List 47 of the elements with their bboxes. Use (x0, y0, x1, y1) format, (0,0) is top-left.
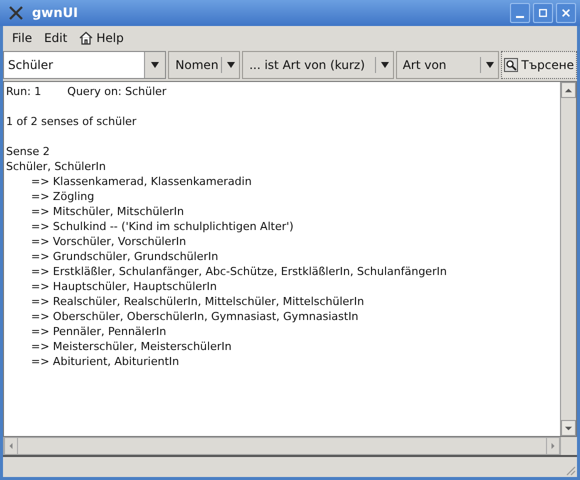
minimize-icon (516, 16, 524, 18)
hyponym-line: => Mitschüler, MitschülerIn (31, 205, 184, 218)
menu-item[interactable]: File (7, 29, 38, 47)
hyponym-line: => Realschüler, RealschülerIn, Mittelschüler, MittelschülerIn (31, 295, 364, 308)
scroll-right-icon (546, 438, 560, 454)
scroll-left-icon (4, 438, 18, 454)
crossed-tools-icon (8, 5, 24, 21)
minimize-button[interactable] (510, 3, 530, 23)
window-title: gwnUI (32, 6, 79, 20)
part-of-speech-dropdown[interactable]: Nomen (168, 51, 240, 79)
dropdown-arrow-icon (486, 62, 494, 68)
vertical-scrollbar[interactable] (560, 82, 576, 436)
hyponym-line: => Abiturient, AbiturientIn (31, 355, 180, 368)
close-button[interactable] (556, 3, 576, 23)
menu-item[interactable]: Edit (39, 29, 72, 47)
relation-dropdown[interactable]: ... ist Art von (kurz) (242, 51, 394, 79)
search-icon (504, 58, 518, 72)
query-label: Query on: Schüler (67, 85, 166, 98)
horizontal-scrollbar[interactable] (3, 437, 561, 455)
menu-item[interactable]: Help (74, 29, 129, 47)
resize-grip-icon (564, 464, 576, 476)
hyponym-line: => Hauptschüler, HauptschülerIn (31, 280, 217, 293)
dropdown-arrow-icon (227, 62, 236, 68)
hyponym-line: => Oberschüler, OberschülerIn, Gymnasiast, GymnasiastIn (31, 310, 358, 323)
dropdown-arrow-icon (151, 62, 160, 68)
hyponym-line: => Pennäler, PennälerIn (31, 325, 166, 338)
hyponym-line: => Meisterschüler, MeisterschülerIn (31, 340, 232, 353)
relation-type-dropdown[interactable]: Art von (396, 51, 500, 79)
search-button[interactable]: Търсене (501, 51, 577, 79)
run-label: Run: 1 (6, 85, 42, 98)
hyponym-line: => Grundschüler, GrundschülerIn (31, 250, 218, 263)
dropdown-arrow-icon (380, 62, 389, 68)
hyponym-line: => Vorschüler, VorschülerIn (31, 235, 186, 248)
scroll-down-icon (561, 420, 576, 436)
hyponym-line: => Schulkind -- ('Kind im schulplichtigen Alter') (31, 220, 294, 233)
maximize-button[interactable] (533, 3, 553, 23)
close-icon (561, 8, 571, 18)
senses-summary: 1 of 2 senses of schüler (6, 115, 136, 128)
hyponym-line: => Klassenkamerad, Klassenkameradin (31, 175, 252, 188)
query-combobox[interactable]: Schüler (3, 51, 166, 79)
hyponym-line: => Erstkläßler, Schulanfänger, Abc-Schütze, ErstkläßlerIn, SchulanfängerIn (31, 265, 447, 278)
synonym-set: Schüler, SchülerIn (6, 160, 106, 173)
hyponym-line: => Zögling (31, 190, 94, 203)
maximize-icon (538, 8, 548, 18)
scroll-up-icon (561, 82, 576, 98)
sense-heading: Sense 2 (6, 145, 50, 158)
house-icon (79, 31, 94, 45)
